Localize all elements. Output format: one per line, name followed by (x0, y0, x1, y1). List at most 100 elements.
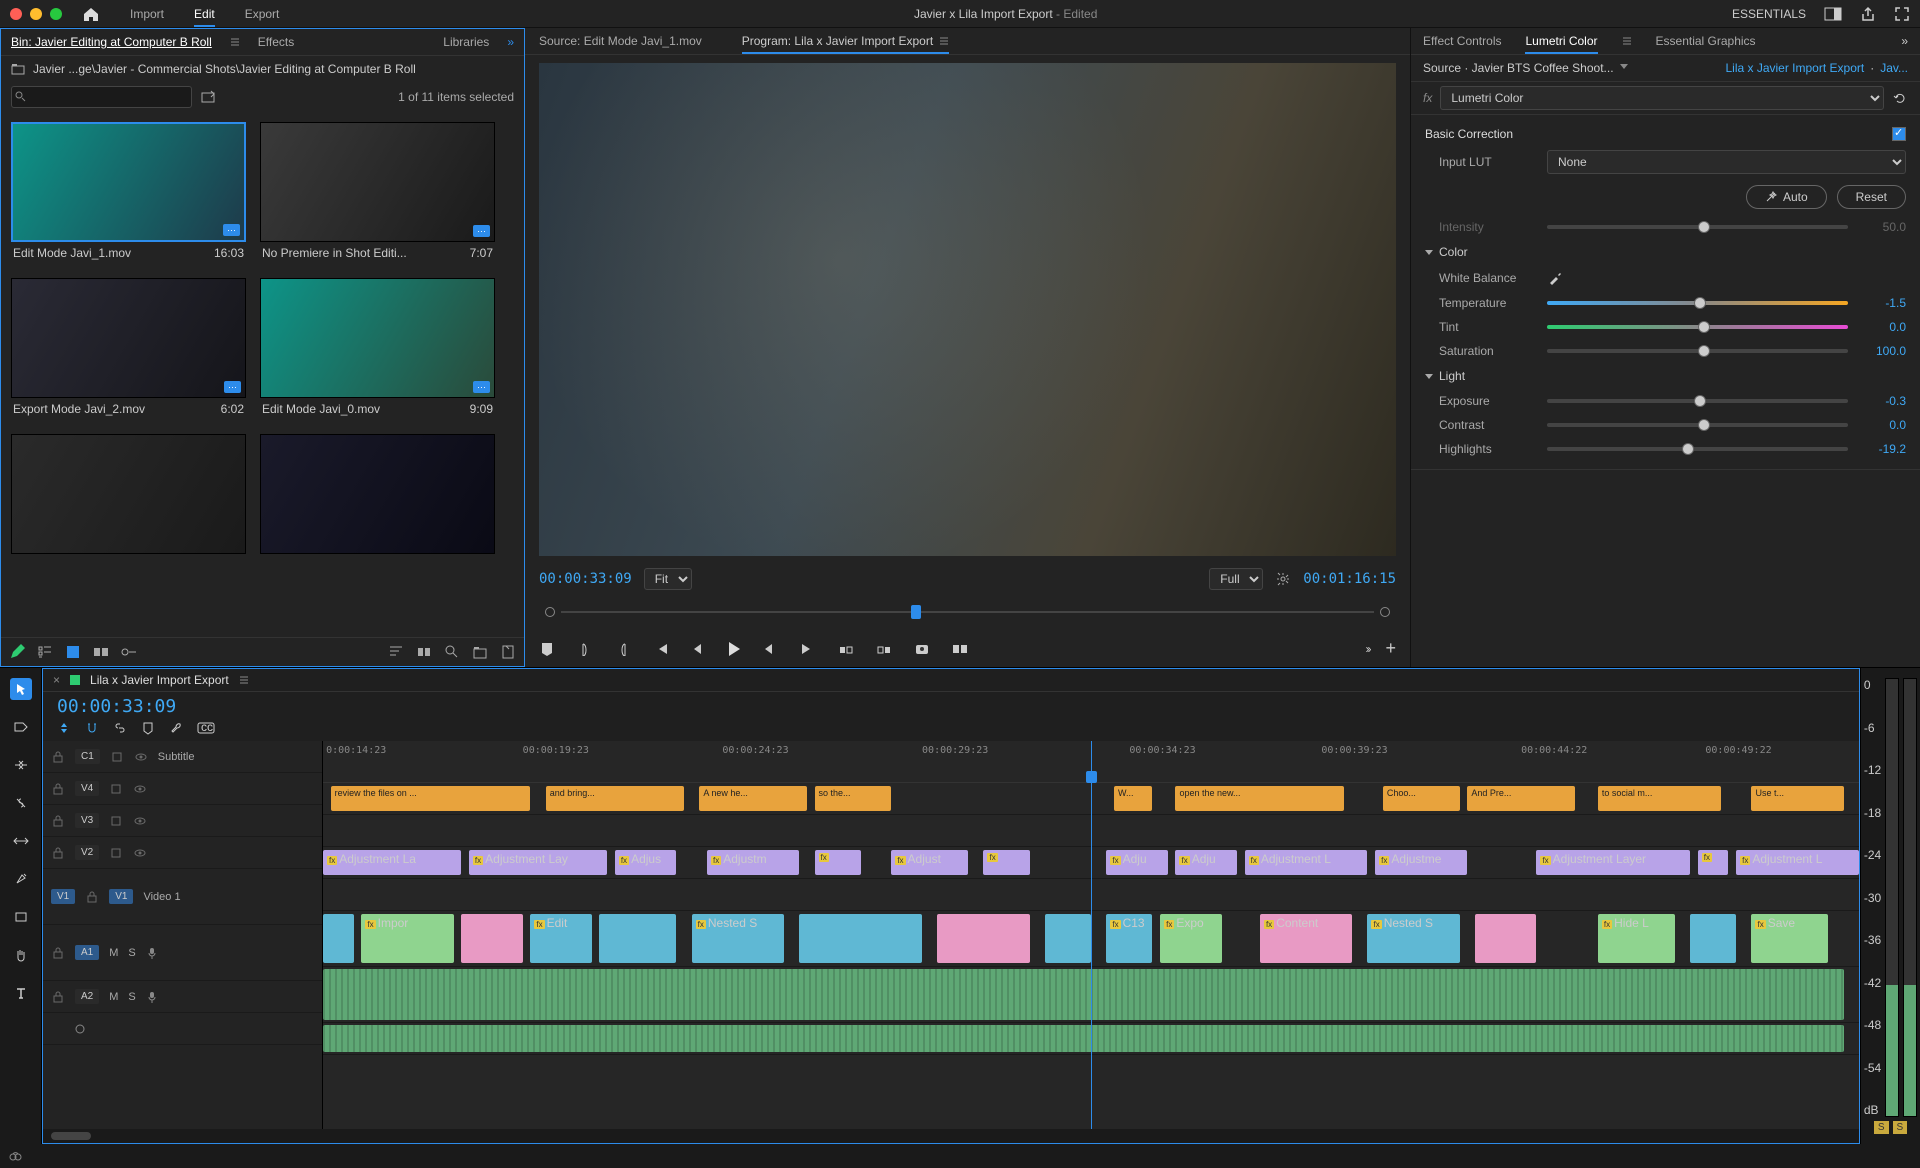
adjustment-clip[interactable]: fxAdjust (891, 850, 968, 875)
automate-to-seq-icon[interactable] (416, 644, 432, 660)
video-clip[interactable]: fxHide L (1598, 914, 1675, 963)
track-header-c1[interactable]: C1 Subtitle (43, 741, 322, 773)
contrast-value[interactable]: 0.0 (1856, 418, 1906, 432)
adjustment-clip[interactable]: fxAdjustment L (1736, 850, 1859, 875)
fullscreen-icon[interactable] (1894, 6, 1910, 22)
adjustment-clip[interactable]: fxAdju (1175, 850, 1236, 875)
solo-button[interactable]: S (128, 947, 135, 959)
settings-icon[interactable] (1275, 571, 1291, 587)
new-item-icon[interactable] (500, 644, 516, 660)
chevron-down-icon[interactable] (1620, 64, 1628, 69)
seq-menu-icon[interactable] (239, 675, 249, 685)
caption-clip[interactable]: Choo... (1383, 786, 1460, 811)
reset-button[interactable]: Reset (1837, 185, 1906, 209)
eye-icon[interactable] (133, 846, 147, 860)
mark-out-icon[interactable] (615, 642, 631, 656)
track-tag[interactable]: A2 (75, 989, 99, 1004)
ripple-tool[interactable] (10, 754, 32, 776)
button-editor-icon[interactable]: + (1385, 638, 1396, 659)
adjustment-clip[interactable]: fx (1698, 850, 1729, 875)
tab-bin[interactable]: Bin: Javier Editing at Computer B Roll (11, 35, 212, 49)
share-icon[interactable] (1860, 6, 1876, 22)
timeline-scrollbar[interactable] (43, 1129, 1859, 1143)
step-back-icon[interactable] (691, 642, 707, 656)
caption-track-icon[interactable]: cc (197, 722, 215, 734)
playhead-timecode[interactable]: 00:00:33:09 (539, 571, 632, 587)
highlights-slider[interactable] (1547, 447, 1848, 451)
tab-program[interactable]: Program: Lila x Javier Import Export (742, 34, 949, 54)
section-title[interactable]: Basic Correction (1425, 127, 1513, 141)
adjustment-clip[interactable]: fx (815, 850, 861, 875)
video-clip[interactable]: fxImpor (361, 914, 453, 963)
voiceover-icon[interactable] (146, 946, 158, 960)
nav-export[interactable]: Export (245, 7, 280, 21)
contrast-slider[interactable] (1547, 423, 1848, 427)
playhead[interactable] (1091, 741, 1092, 1129)
mute-button[interactable]: M (109, 991, 118, 1003)
tint-slider[interactable] (1547, 325, 1848, 329)
monitor-scrubber[interactable] (539, 598, 1396, 626)
timeline-timecode[interactable]: 00:00:33:09 (43, 692, 323, 721)
find-icon[interactable] (444, 644, 460, 660)
adjustment-clip[interactable]: fxAdjustment Lay (469, 850, 607, 875)
eye-icon[interactable] (133, 814, 147, 828)
track-tag[interactable]: V4 (75, 781, 99, 796)
sequence-name[interactable]: Lila x Javier Import Export (90, 673, 229, 687)
video-clip[interactable] (937, 914, 1029, 963)
lock-icon[interactable] (51, 750, 65, 764)
scroll-thumb[interactable] (51, 1132, 91, 1140)
scrub-in-icon[interactable] (1380, 607, 1390, 617)
tab-effects[interactable]: Effects (258, 35, 294, 49)
step-fwd-icon[interactable] (762, 642, 778, 656)
lock-icon[interactable] (51, 846, 65, 860)
tab-essential-graphics[interactable]: Essential Graphics (1656, 34, 1756, 48)
lock-icon[interactable] (85, 890, 99, 904)
track-tag[interactable]: C1 (75, 749, 100, 764)
caption-clip[interactable]: W... (1114, 786, 1152, 811)
workspace-icon[interactable] (1824, 7, 1842, 21)
caption-clip[interactable]: And Pre... (1467, 786, 1575, 811)
clip-item[interactable]: ··· Edit Mode Javi_0.mov9:09 (260, 278, 495, 420)
extract-icon[interactable] (876, 642, 892, 656)
eye-icon[interactable] (134, 750, 148, 764)
voiceover-icon[interactable] (146, 990, 158, 1004)
source-patch-v1[interactable]: V1 (51, 889, 75, 904)
adjustment-clip[interactable]: fxAdjustm (707, 850, 799, 875)
lock-icon[interactable] (51, 814, 65, 828)
zoom-slider-icon[interactable] (121, 644, 137, 660)
tab-source[interactable]: Source: Edit Mode Javi_1.mov (539, 34, 702, 48)
track-circle-icon[interactable] (75, 1024, 85, 1034)
solo-left[interactable]: S (1874, 1121, 1889, 1134)
caption-clip[interactable]: Use t... (1751, 786, 1843, 811)
comparison-view-icon[interactable] (952, 642, 968, 656)
track-header-a2[interactable]: A2 M S (43, 981, 322, 1013)
adjustment-clip[interactable]: fxAdjustment La (323, 850, 461, 875)
mark-in-icon[interactable] (577, 642, 593, 656)
highlights-value[interactable]: -19.2 (1856, 442, 1906, 456)
marker-icon[interactable] (141, 721, 155, 735)
zoom-select[interactable]: Fit (644, 568, 692, 590)
caption-clip[interactable]: A new he... (699, 786, 807, 811)
input-lut-select[interactable]: None (1547, 150, 1906, 174)
crumb-sequence[interactable]: Lila x Javier Import Export (1725, 61, 1864, 75)
intensity-slider[interactable] (1547, 225, 1848, 229)
video-clip[interactable]: fxC13 (1106, 914, 1152, 963)
program-menu-icon[interactable] (939, 36, 949, 46)
snap-icon[interactable] (85, 721, 99, 735)
intensity-value[interactable]: 50.0 (1856, 220, 1906, 234)
video-clip[interactable] (461, 914, 522, 963)
audio-clip[interactable] (323, 969, 1844, 1020)
tint-value[interactable]: 0.0 (1856, 320, 1906, 334)
caption-clip[interactable]: so the... (815, 786, 892, 811)
audio-clip[interactable] (323, 1025, 1844, 1052)
lock-icon[interactable] (51, 990, 65, 1004)
lumetri-menu-icon[interactable] (1622, 36, 1632, 46)
video-clip[interactable]: fxSave (1751, 914, 1828, 963)
video-clip[interactable] (1690, 914, 1736, 963)
workspace-label[interactable]: ESSENTIALS (1732, 7, 1806, 21)
temp-slider[interactable] (1547, 301, 1848, 305)
adjustment-clip[interactable]: fxAdjustment L (1245, 850, 1368, 875)
slip-tool[interactable] (10, 830, 32, 852)
breadcrumb-path[interactable]: Javier ...ge\Javier - Commercial Shots\J… (33, 62, 416, 76)
video-clip[interactable]: fxContent (1260, 914, 1352, 963)
